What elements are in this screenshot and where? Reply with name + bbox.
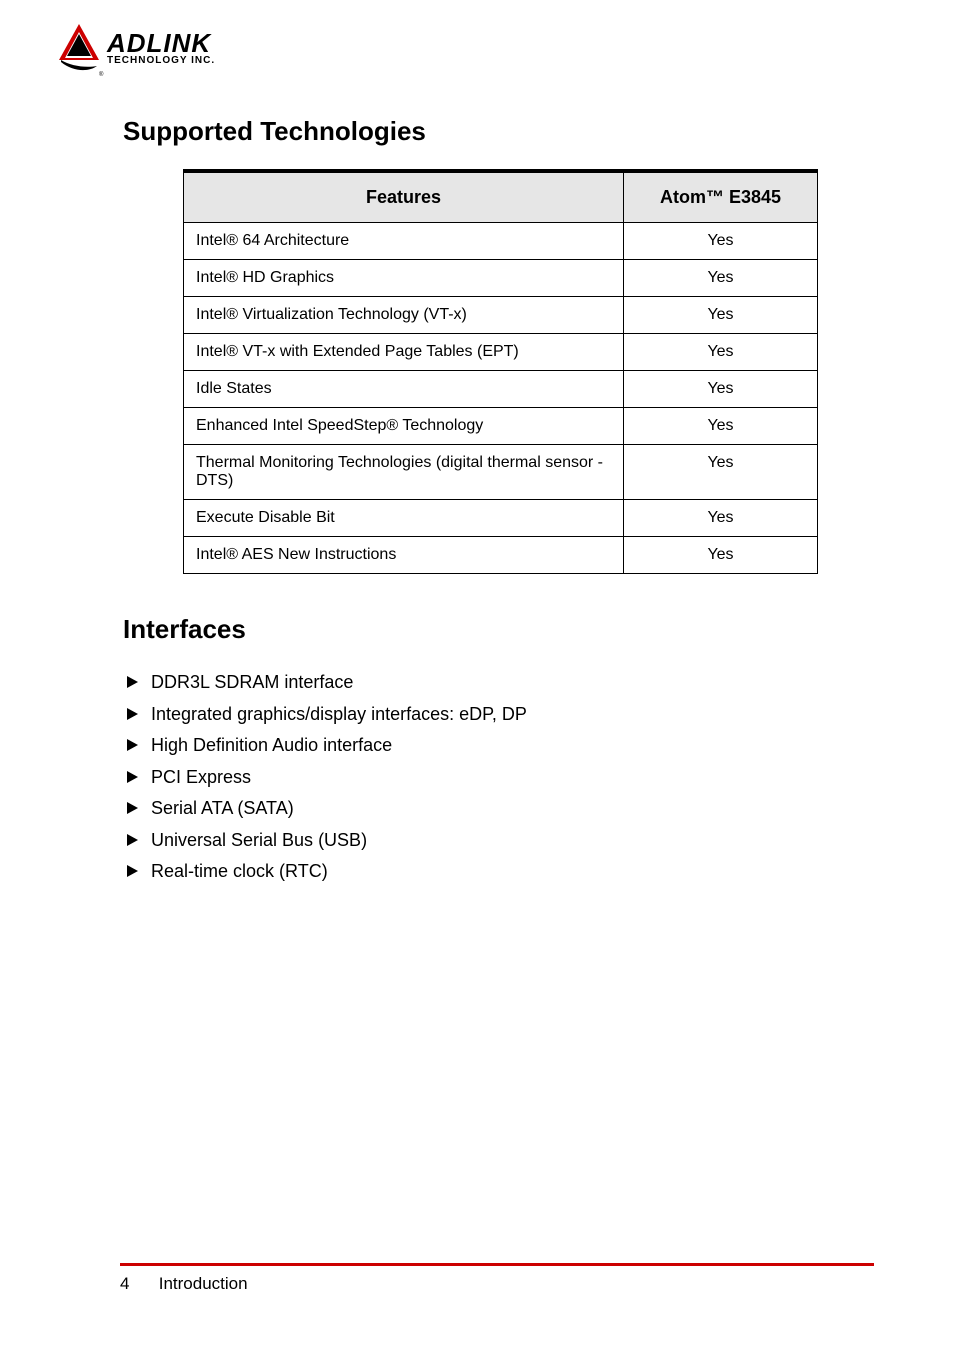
- value-cell: Yes: [624, 408, 818, 445]
- brand-logo: ® ADLINK TECHNOLOGY INC.: [55, 22, 884, 76]
- interfaces-list: DDR3L SDRAM interface Integrated graphic…: [123, 667, 874, 888]
- supported-technologies-heading: Supported Technologies: [123, 116, 874, 147]
- table-row: Execute Disable Bit Yes: [184, 500, 818, 537]
- table-row: Thermal Monitoring Technologies (digital…: [184, 445, 818, 500]
- footer: 4 Introduction: [120, 1274, 248, 1294]
- value-cell: Yes: [624, 371, 818, 408]
- logo-brand: ADLINK: [107, 32, 215, 55]
- table-row: Intel® VT-x with Extended Page Tables (E…: [184, 334, 818, 371]
- feature-cell: Intel® VT-x with Extended Page Tables (E…: [184, 334, 624, 371]
- list-item: High Definition Audio interface: [123, 730, 874, 762]
- value-cell: Yes: [624, 260, 818, 297]
- interfaces-heading: Interfaces: [123, 614, 874, 645]
- value-cell: Yes: [624, 537, 818, 574]
- table-row: Idle States Yes: [184, 371, 818, 408]
- value-cell: Yes: [624, 500, 818, 537]
- feature-cell: Thermal Monitoring Technologies (digital…: [184, 445, 624, 500]
- feature-cell: Execute Disable Bit: [184, 500, 624, 537]
- svg-text:®: ®: [99, 71, 104, 78]
- list-item: Serial ATA (SATA): [123, 793, 874, 825]
- value-cell: Yes: [624, 297, 818, 334]
- table-row: Intel® AES New Instructions Yes: [184, 537, 818, 574]
- feature-cell: Intel® 64 Architecture: [184, 223, 624, 260]
- feature-cell: Enhanced Intel SpeedStep® Technology: [184, 408, 624, 445]
- table-row: Intel® Virtualization Technology (VT-x) …: [184, 297, 818, 334]
- list-item: Integrated graphics/display interfaces: …: [123, 699, 874, 731]
- logo-tagline: TECHNOLOGY INC.: [107, 55, 215, 66]
- list-item: PCI Express: [123, 762, 874, 794]
- list-item: Universal Serial Bus (USB): [123, 825, 874, 857]
- table-row: Enhanced Intel SpeedStep® Technology Yes: [184, 408, 818, 445]
- logo-text: ADLINK TECHNOLOGY INC.: [107, 32, 215, 66]
- page-number: 4: [120, 1274, 154, 1294]
- list-item: Real-time clock (RTC): [123, 856, 874, 888]
- footer-rule: [120, 1263, 874, 1266]
- list-item: DDR3L SDRAM interface: [123, 667, 874, 699]
- table-header-features: Features: [184, 171, 624, 223]
- footer-doc-title: Introduction: [159, 1274, 248, 1293]
- supported-technologies-table: Features Atom™ E3845 Intel® 64 Architect…: [183, 169, 818, 574]
- value-cell: Yes: [624, 334, 818, 371]
- feature-cell: Intel® HD Graphics: [184, 260, 624, 297]
- value-cell: Yes: [624, 445, 818, 500]
- table-row: Intel® 64 Architecture Yes: [184, 223, 818, 260]
- feature-cell: Idle States: [184, 371, 624, 408]
- table-row: Intel® HD Graphics Yes: [184, 260, 818, 297]
- logo-mark: ®: [55, 22, 105, 76]
- feature-cell: Intel® AES New Instructions: [184, 537, 624, 574]
- table-header-cpu: Atom™ E3845: [624, 171, 818, 223]
- feature-cell: Intel® Virtualization Technology (VT-x): [184, 297, 624, 334]
- value-cell: Yes: [624, 223, 818, 260]
